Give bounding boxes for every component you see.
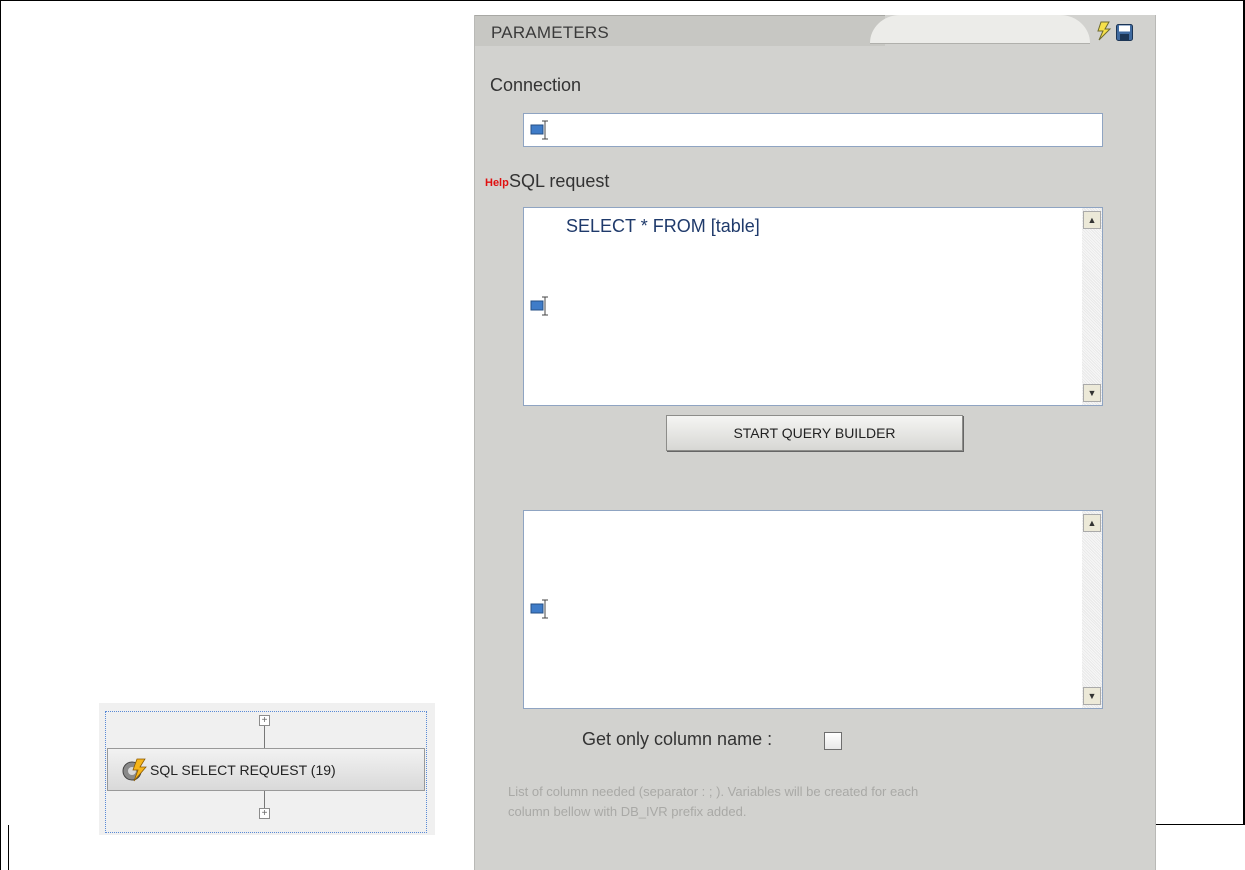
frame-inner-left-border	[8, 825, 9, 870]
sql-gear-icon	[122, 758, 147, 782]
text-field-icon	[530, 599, 548, 619]
columns-description: List of column needed (separator : ; ). …	[508, 782, 1098, 822]
expand-top-icon[interactable]: +	[259, 715, 270, 726]
node-label: SQL SELECT REQUEST (19)	[150, 762, 336, 778]
sql-request-textarea[interactable]: SELECT * FROM [table] ▲ ▼	[523, 207, 1103, 406]
get-column-name-label: Get only column name :	[582, 729, 773, 749]
scroll-up-icon[interactable]: ▲	[1083, 211, 1101, 229]
scroll-up-icon[interactable]: ▲	[1083, 514, 1101, 532]
start-query-builder-button[interactable]: START QUERY BUILDER	[666, 415, 963, 451]
sql-scrollbar[interactable]: ▲ ▼	[1082, 208, 1102, 405]
scroll-down-icon[interactable]: ▼	[1083, 384, 1101, 402]
lightning-icon[interactable]	[1095, 21, 1113, 41]
get-column-name-checkbox[interactable]	[824, 732, 842, 750]
connector-bottom	[264, 791, 265, 808]
panel-title: PARAMETERS	[491, 23, 609, 42]
text-field-icon	[530, 120, 548, 140]
description-line-2: column bellow with DB_IVR prefix added.	[508, 804, 747, 819]
sql-request-label: SQL request	[509, 171, 610, 191]
sql-select-request-button[interactable]: SQL SELECT REQUEST (19)	[107, 748, 425, 791]
text-field-icon	[530, 296, 548, 316]
save-icon[interactable]	[1116, 24, 1133, 41]
sql-request-text: SELECT * FROM [table]	[566, 216, 760, 236]
connection-input[interactable]	[523, 113, 1103, 147]
panel-tab-curve	[870, 15, 1090, 44]
columns-scrollbar[interactable]: ▲ ▼	[1082, 511, 1102, 708]
sql-select-node[interactable]: + SQL SELECT REQUEST (19) +	[99, 703, 435, 835]
connection-label: Connection	[490, 75, 582, 95]
frame-left-border	[0, 0, 1, 870]
columns-textarea[interactable]: ▲ ▼	[523, 510, 1103, 709]
description-line-1: List of column needed (separator : ; ). …	[508, 784, 919, 799]
frame-top-border	[0, 0, 1245, 1]
frame-bottom-border	[1153, 824, 1245, 825]
help-link[interactable]: Help	[485, 177, 509, 189]
expand-bottom-icon[interactable]: +	[259, 808, 270, 819]
scroll-down-icon[interactable]: ▼	[1083, 687, 1101, 705]
connector-top	[264, 726, 265, 748]
parameters-panel: PARAMETERS Connection Help SQL request S…	[474, 15, 1156, 870]
